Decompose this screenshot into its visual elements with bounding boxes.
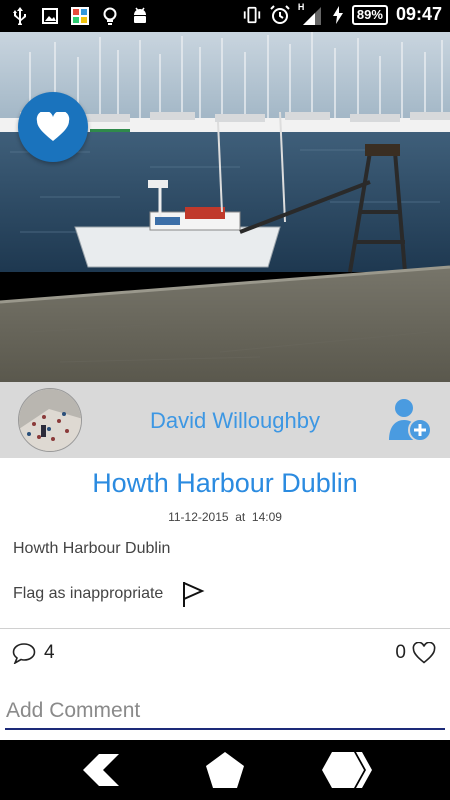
post-title: Howth Harbour Dublin	[92, 468, 358, 498]
author-name[interactable]: David Willoughby	[100, 408, 370, 434]
gallery-icon	[40, 6, 60, 26]
favorite-button[interactable]	[18, 92, 88, 162]
divider	[0, 628, 450, 629]
recents-icon	[322, 752, 372, 788]
add-user-icon	[389, 399, 432, 442]
charging-icon	[332, 5, 344, 25]
status-bar-system: H 89% 09:47	[242, 1, 442, 25]
like-count: 0	[395, 642, 406, 663]
bulb-icon	[100, 6, 120, 26]
app-notification-icon	[70, 6, 90, 26]
author-bar: David Willoughby	[0, 382, 450, 458]
alarm-icon	[270, 4, 290, 25]
status-bar-notifications	[10, 6, 150, 26]
post-date: 11-12-2015 at 14:09	[168, 510, 282, 524]
status-bar: H 89% 09:47	[0, 0, 450, 32]
back-button[interactable]	[75, 750, 127, 790]
flag-label[interactable]: Flag as inappropriate	[13, 585, 163, 603]
post-details: Howth Harbour Dublin 11-12-2015 at 14:09…	[0, 458, 450, 740]
home-icon	[206, 752, 244, 788]
usb-icon	[10, 6, 30, 26]
like-heart-icon[interactable]	[412, 642, 436, 664]
likes-count[interactable]: 0	[395, 642, 436, 664]
navigation-bar	[0, 740, 450, 800]
signal-icon: H	[297, 1, 324, 25]
add-user-button[interactable]	[386, 396, 434, 444]
post-description: Howth Harbour Dublin	[13, 540, 171, 557]
add-comment-input[interactable]	[5, 694, 445, 730]
android-icon	[130, 6, 150, 26]
comment-icon	[12, 643, 36, 664]
harbour-photo	[0, 32, 450, 382]
clock: 09:47	[395, 4, 442, 24]
back-icon	[83, 754, 119, 786]
flag-icon[interactable]	[181, 580, 205, 608]
home-button[interactable]	[199, 750, 251, 790]
recents-button[interactable]	[322, 750, 374, 790]
comments-count[interactable]: 4	[12, 642, 55, 664]
battery-icon: 89%	[351, 4, 388, 25]
post-photo[interactable]	[0, 32, 450, 382]
flag-row[interactable]: Flag as inappropriate	[13, 580, 205, 608]
network-type: H	[297, 1, 305, 12]
avatar[interactable]	[18, 388, 82, 452]
vibrate-icon	[242, 5, 262, 25]
heart-icon	[36, 112, 70, 141]
comment-count: 4	[44, 642, 55, 663]
